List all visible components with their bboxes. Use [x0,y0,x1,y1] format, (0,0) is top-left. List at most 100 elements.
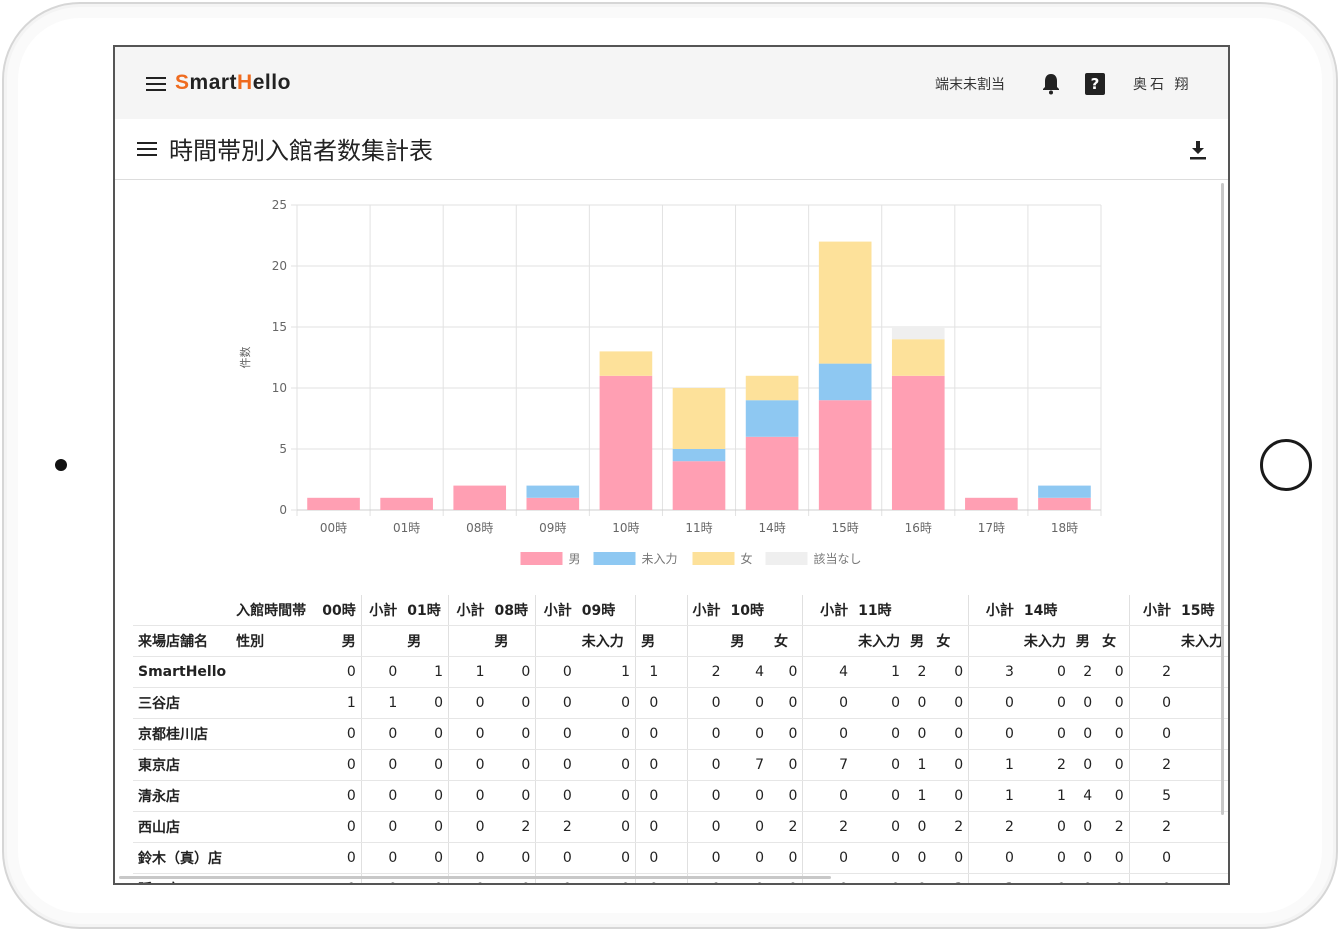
header-subtotal: 小計 [802,595,854,626]
count-cell: 1 [905,780,932,812]
count-cell: 0 [360,842,403,874]
menu-icon[interactable] [146,77,166,91]
count-cell: 7 [725,749,770,781]
count-cell: 0 [725,780,770,812]
count-cell: 0 [402,811,449,843]
y-tick-label: 25 [272,198,287,212]
count-cell: 0 [905,811,932,843]
count-cell: 0 [1018,842,1071,874]
count-cell: 0 [535,842,577,874]
header-hour: 14時 [1018,595,1071,626]
page-title: 時間帯別入館者数集計表 [169,137,433,165]
header-gender-value [360,625,403,657]
count-cell: 0 [489,687,536,719]
gender-blank [231,718,315,750]
header-gender-value: 女 [769,625,803,657]
horizontal-scrollbar[interactable] [119,876,831,879]
bar-segment [599,351,653,376]
header-hour: 00時 [314,595,362,626]
x-tick-label: 18時 [1051,521,1078,535]
x-tick-label: 08時 [466,521,493,535]
table-row: 三谷店 1 1 0 0 0 0 0 0 0 0 0 0 0 0 0 0 0 0 0 0 [133,687,1228,719]
count-cell: 0 [448,842,490,874]
legend-label: 該当なし [814,551,862,566]
header-hour: 09時 [576,595,636,626]
header-subtotal: 小計 [448,595,490,626]
count-cell: 0 [905,687,932,719]
count-cell: 0 [931,749,969,781]
count-cell: 3 [968,656,1019,688]
legend-label: 未入力 [642,552,678,566]
count-cell [1176,873,1228,883]
count-cell: 0 [635,842,664,874]
count-cell: 0 [489,780,536,812]
count-cell: 0 [725,687,770,719]
count-cell: 0 [1097,873,1130,883]
count-cell: 0 [314,749,362,781]
count-cell: 0 [360,749,403,781]
app-bar: SmartHello 端末未割当 ? 奥石 翔 [115,47,1228,120]
download-icon[interactable] [1189,140,1207,160]
count-cell: 0 [314,842,362,874]
header-hour [905,595,932,626]
header-hour: 01時 [402,595,449,626]
bar-segment [745,375,799,401]
count-cell: 0 [1070,811,1098,843]
count-cell: 2 [802,811,854,843]
store-name: 三谷店 [133,687,232,719]
count-cell: 0 [314,780,362,812]
count-cell: 2 [968,811,1019,843]
count-cell: 2 [1018,749,1071,781]
y-axis-label: 件数 [239,347,252,369]
legend-swatch [520,552,563,565]
header-hour [663,595,688,626]
bar-segment [526,485,580,498]
count-cell: 2 [1128,749,1176,781]
count-cell: 2 [489,811,536,843]
count-cell: 1 [360,687,403,719]
user-name[interactable]: 奥石 翔 [1133,74,1191,94]
count-cell: 0 [1097,842,1130,874]
count-cell: 0 [360,718,403,750]
count-cell: 0 [1018,687,1071,719]
header-gender-value [535,625,577,657]
bar-segment [891,339,945,376]
count-cell: 1 [968,749,1019,781]
gender-blank [231,842,315,874]
header-gender-value: 女 [1097,625,1130,657]
tablet-home-button[interactable] [1260,439,1312,491]
x-tick-label: 10時 [612,521,639,535]
count-cell: 0 [686,749,726,781]
count-cell: 0 [931,780,969,812]
vertical-scrollbar[interactable] [1221,183,1224,815]
count-cell: 1 [905,749,932,781]
tablet-camera [55,459,67,471]
header-gender-value [663,625,688,657]
count-cell: 0 [905,842,932,874]
bar-segment [672,449,726,462]
header-gender-value [1128,625,1176,657]
count-cell: 0 [402,718,449,750]
count-cell: 0 [314,811,362,843]
terminal-status[interactable]: 端末未割当 [935,74,1005,94]
bell-icon[interactable] [1041,73,1061,95]
count-cell: 0 [635,749,664,781]
bar-segment [380,497,433,510]
app-logo[interactable]: SmartHello [175,71,291,95]
count-cell [1176,842,1228,874]
count-cell: 0 [1128,718,1176,750]
header-subtotal: 小計 [968,595,1019,626]
header-hour: 08時 [489,595,536,626]
count-cell: 0 [853,873,906,883]
help-icon[interactable]: ? [1085,73,1105,95]
page-header: 時間帯別入館者数集計表 [115,119,1228,180]
header-gender-value: 女 [931,625,969,657]
count-cell [663,749,688,781]
count-cell [663,811,688,843]
legend-label: 女 [741,551,753,566]
count-cell: 4 [802,656,854,688]
page-menu-icon[interactable] [137,142,157,156]
x-tick-label: 14時 [758,521,785,535]
table-row: 清永店 0 0 0 0 0 0 0 0 0 0 0 0 0 1 0 1 1 4 0 5 [133,780,1228,812]
data-table: 入館時間帯 00時 小計 01時 小計 08時 小計 09時 小計 10時 小計 11時 小計 14時 小計… [133,595,1228,883]
